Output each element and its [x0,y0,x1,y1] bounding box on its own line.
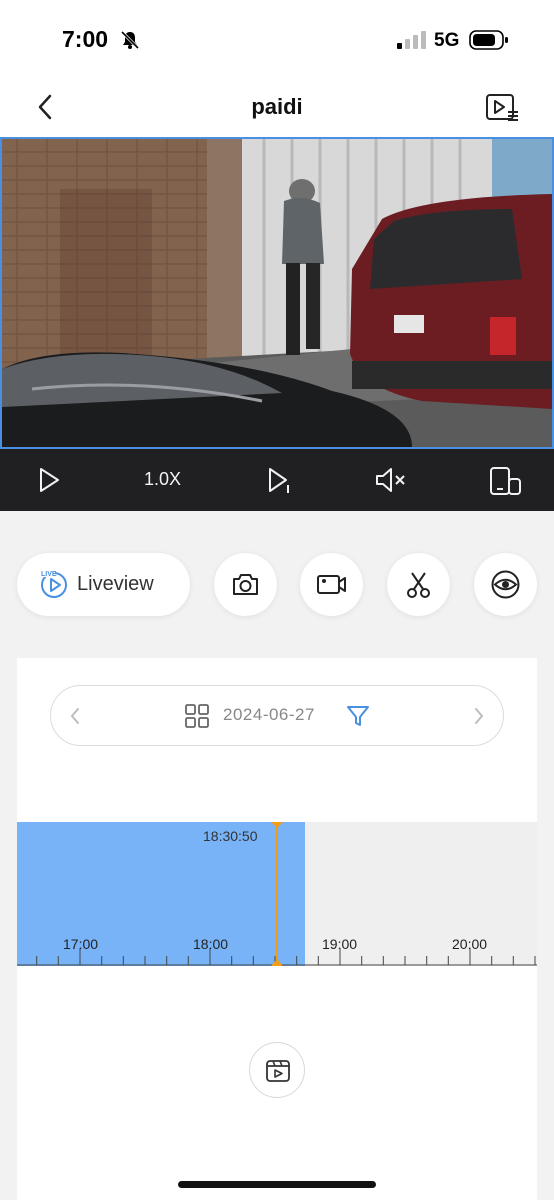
hour-label: 19:00 [322,936,358,952]
video-feed[interactable] [0,137,554,449]
video-playlist-icon[interactable] [484,90,520,126]
status-time: 7:00 [62,26,109,52]
bell-off-icon [120,30,140,50]
hour-label: 20:00 [452,936,488,952]
liveview-label: Liveview [77,573,154,595]
hour-label: 17:00 [63,936,99,952]
playback-panel: 2024-06-27 18:30:50 17:00 18:00 19:00 20… [17,658,537,1200]
playhead-bottom-marker [271,959,283,966]
playhead-time: 18:30:50 [203,828,258,844]
home-indicator [178,1181,376,1188]
network-type: 5G [434,30,460,51]
camera-icon [233,574,258,595]
grid-view-icon[interactable] [184,703,210,729]
liveview-button[interactable]: LIVE Liveview [17,553,190,616]
camera-scene [2,139,552,447]
hour-label: 18:00 [193,936,229,952]
playhead-top-marker [271,822,283,828]
page-title: paidi [251,94,303,119]
battery-icon [469,30,508,50]
cellular-signal-icon [397,31,426,49]
date-selector: 2024-06-27 [50,685,504,746]
recording-timeline[interactable]: 18:30:50 17:00 18:00 19:00 20:00 [17,822,537,966]
play-icon[interactable] [36,465,62,495]
chevron-left-icon[interactable] [67,704,83,728]
scissors-icon [407,572,430,598]
chevron-right-icon[interactable] [471,704,487,728]
clip-list-button[interactable] [249,1042,305,1098]
video-clip-icon [266,1060,290,1082]
playback-speed-button[interactable]: 1.0X [144,469,181,490]
snapshot-button[interactable] [214,553,277,616]
frame-step-icon[interactable] [266,465,292,495]
nav-bar: paidi [0,80,554,137]
filter-icon[interactable] [345,703,371,729]
live-play-icon: LIVE [39,569,67,598]
status-bar: 7:00 5G [0,0,554,80]
rotate-screen-icon[interactable] [488,465,522,495]
action-bar: LIVE Liveview [0,553,554,617]
player-controls: 1.0X [0,449,554,511]
clip-cut-button[interactable] [387,553,450,616]
selected-date[interactable]: 2024-06-27 [223,705,315,725]
live-badge: LIVE [41,571,57,578]
record-button[interactable] [300,553,363,616]
video-record-icon [317,575,346,594]
speaker-muted-icon[interactable] [374,465,408,495]
eye-icon [491,570,520,599]
privacy-view-button[interactable] [474,553,537,616]
